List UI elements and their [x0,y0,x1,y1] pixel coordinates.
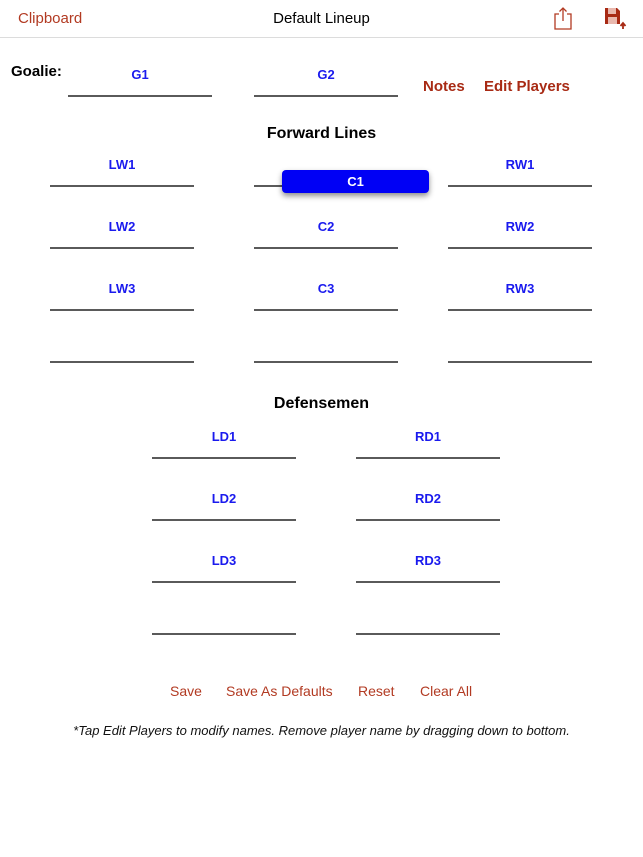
slot-label: C2 [317,219,335,234]
slot-underline [254,247,398,249]
forward-slot-c2[interactable]: C2 [254,219,398,249]
edit-players-button[interactable]: Edit Players [484,78,570,95]
forward-slot-empty-left[interactable] [50,333,194,363]
defense-slot-empty-right[interactable] [356,605,500,635]
save-as-defaults-button[interactable]: Save As Defaults [226,683,333,699]
save-button[interactable]: Save [170,683,202,699]
slot-underline [356,519,500,521]
slot-underline [152,633,296,635]
slot-underline [254,95,398,97]
share-icon[interactable] [550,5,576,31]
slot-underline [448,309,592,311]
slot-label: LD1 [211,429,237,444]
defense-slot-rd1[interactable]: RD1 [356,429,500,459]
defense-slot-rd3[interactable]: RD3 [356,553,500,583]
forward-slot-rw3[interactable]: RW3 [448,281,592,311]
forward-slot-lw3[interactable]: LW3 [50,281,194,311]
slot-underline [152,519,296,521]
slot-underline [356,581,500,583]
slot-underline [448,361,592,363]
forward-lines-heading: Forward Lines [266,125,377,142]
help-footnote: *Tap Edit Players to modify names. Remov… [73,723,570,738]
slot-label: C3 [317,281,335,296]
dragging-player-chip[interactable]: C1 [282,170,429,193]
slot-underline [50,309,194,311]
slot-underline [356,633,500,635]
defense-slot-ld2[interactable]: LD2 [152,491,296,521]
slot-underline [50,361,194,363]
slot-underline [68,95,212,97]
slot-label: RW2 [505,219,535,234]
forward-slot-rw2[interactable]: RW2 [448,219,592,249]
slot-label: LW3 [108,281,136,296]
save-icon[interactable] [603,5,629,31]
slot-underline [448,185,592,187]
defense-slot-rd2[interactable]: RD2 [356,491,500,521]
slot-underline [50,247,194,249]
slot-underline [356,457,500,459]
slot-underline [50,185,194,187]
slot-label: RD2 [414,491,441,506]
slot-label: G1 [131,67,149,82]
goalie-slot-g2[interactable]: G2 [254,67,398,97]
slot-label: LW2 [108,219,136,234]
defensemen-heading: Defensemen [273,395,370,412]
slot-underline [254,361,398,363]
navigation-bar: Clipboard Default Lineup [0,0,643,38]
clipboard-button[interactable]: Clipboard [18,10,82,27]
slot-underline [152,581,296,583]
slot-label: G2 [317,67,335,82]
forward-slot-c3[interactable]: C3 [254,281,398,311]
defense-slot-empty-left[interactable] [152,605,296,635]
page-title: Default Lineup [273,10,370,27]
reset-button[interactable]: Reset [358,683,395,699]
slot-label: LD3 [211,553,237,568]
forward-slot-empty-center[interactable] [254,333,398,363]
slot-underline [448,247,592,249]
slot-underline [254,309,398,311]
slot-label: RD3 [414,553,441,568]
slot-label: RW3 [505,281,535,296]
slot-label: RD1 [414,429,441,444]
goalie-label: Goalie: [11,63,62,80]
clear-all-button[interactable]: Clear All [420,683,472,699]
goalie-slot-g1[interactable]: G1 [68,67,212,97]
forward-slot-rw1[interactable]: RW1 [448,157,592,187]
lineup-screen: Clipboard Default Lineup Goalie: G1 G2 N… [0,0,643,857]
defense-slot-ld3[interactable]: LD3 [152,553,296,583]
forward-slot-lw2[interactable]: LW2 [50,219,194,249]
slot-label: RW1 [505,157,535,172]
slot-label: LW1 [108,157,136,172]
notes-button[interactable]: Notes [423,78,465,95]
forward-slot-lw1[interactable]: LW1 [50,157,194,187]
slot-underline [152,457,296,459]
defense-slot-ld1[interactable]: LD1 [152,429,296,459]
slot-label: LD2 [211,491,237,506]
forward-slot-empty-right[interactable] [448,333,592,363]
